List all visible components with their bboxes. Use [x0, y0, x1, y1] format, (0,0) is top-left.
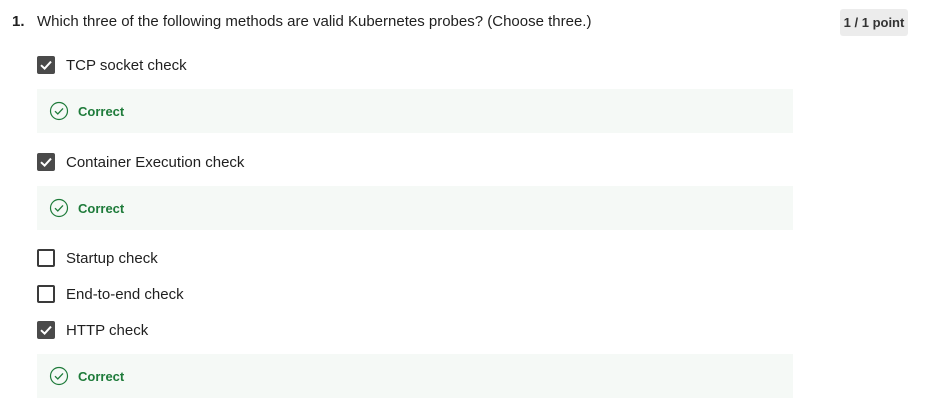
checkbox[interactable]: [37, 153, 55, 171]
checkbox[interactable]: [37, 249, 55, 267]
feedback-correct: Correct: [37, 354, 793, 398]
option-tcp-socket-check[interactable]: TCP socket check: [37, 54, 187, 76]
question-header: 1. Which three of the following methods …: [12, 10, 591, 32]
option-label: Container Execution check: [66, 153, 245, 171]
option-label: HTTP check: [66, 321, 149, 339]
check-circle-icon: [49, 101, 69, 121]
checkbox[interactable]: [37, 321, 55, 339]
feedback-label: Correct: [78, 200, 125, 216]
option-container-execution-check[interactable]: Container Execution check: [37, 151, 244, 173]
option-label: End-to-end check: [66, 285, 184, 303]
check-circle-icon: [49, 198, 69, 218]
feedback-label: Correct: [78, 368, 125, 384]
feedback-correct: Correct: [37, 186, 793, 230]
option-end-to-end-check[interactable]: End-to-end check: [37, 283, 184, 305]
check-icon: [40, 157, 52, 168]
option-label: Startup check: [66, 249, 158, 267]
feedback-label: Correct: [78, 103, 125, 119]
option-label: TCP socket check: [66, 56, 187, 74]
check-icon: [40, 325, 52, 336]
question-number: 1.: [12, 12, 25, 30]
checkbox[interactable]: [37, 285, 55, 303]
question-text: Which three of the following methods are…: [37, 12, 592, 30]
option-http-check[interactable]: HTTP check: [37, 319, 148, 341]
points-badge: 1 / 1 point: [840, 9, 908, 36]
check-icon: [40, 60, 52, 71]
checkbox[interactable]: [37, 56, 55, 74]
feedback-correct: Correct: [37, 89, 793, 133]
check-circle-icon: [49, 366, 69, 386]
option-startup-check[interactable]: Startup check: [37, 247, 158, 269]
